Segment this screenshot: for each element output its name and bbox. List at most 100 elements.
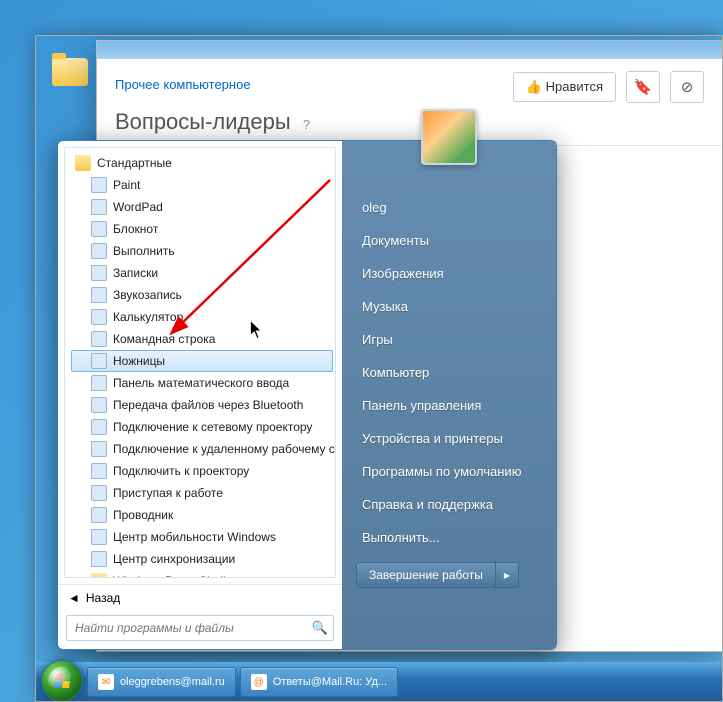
programs-list[interactable]: Стандартные Paint WordPad Блокнот Выполнить… — [64, 147, 336, 578]
user-avatar[interactable] — [421, 109, 477, 165]
rmenu-item[interactable]: Программы по умолчанию — [356, 455, 542, 488]
taskbar-item[interactable]: @ Ответы@Mail.Ru: Уд... — [240, 667, 398, 697]
program-item[interactable]: Панель математического ввода — [71, 372, 333, 394]
program-item[interactable]: Командная строка — [71, 328, 333, 350]
windows-logo-icon — [42, 661, 82, 701]
desktop-shortcut[interactable] — [52, 58, 88, 89]
programs-subfolder[interactable]: Windows PowerShell — [71, 570, 333, 578]
rmenu-item[interactable]: Устройства и принтеры — [356, 422, 542, 455]
program-label: Проводник — [113, 508, 173, 522]
folder-icon — [91, 573, 107, 578]
taskbar-item-label: Ответы@Mail.Ru: Уд... — [273, 676, 387, 688]
start-menu-right-panel: oleg ДокументыИзображенияМузыкаИгрыКомпь… — [342, 141, 556, 649]
heading-badge: ? — [303, 117, 310, 132]
program-item[interactable]: Центр мобильности Windows — [71, 526, 333, 548]
program-label: Подключение к сетевому проектору — [113, 420, 312, 434]
app-icon: ✉ — [98, 674, 114, 690]
back-button[interactable]: ◄ Назад — [58, 584, 342, 611]
program-icon — [91, 485, 107, 501]
program-label: Подключить к проектору — [113, 464, 249, 478]
rmenu-username[interactable]: oleg — [356, 191, 542, 224]
program-label: Подключение к удаленному рабочему стол — [113, 442, 336, 456]
program-label: Центр мобильности Windows — [113, 530, 276, 544]
back-label: Назад — [86, 591, 120, 605]
program-label: Записки — [113, 266, 158, 280]
shutdown-button[interactable]: Завершение работы — [356, 562, 495, 588]
rmenu-item[interactable]: Документы — [356, 224, 542, 257]
app-icon: @ — [251, 674, 267, 690]
program-icon — [91, 419, 107, 435]
program-label: Центр синхронизации — [113, 552, 235, 566]
program-label: Блокнот — [113, 222, 158, 236]
program-label: Звукозапись — [113, 288, 182, 302]
program-item[interactable]: Paint — [71, 174, 333, 196]
thumb-icon: 👍 — [526, 79, 542, 94]
program-label: WordPad — [113, 200, 163, 214]
program-item[interactable]: WordPad — [71, 196, 333, 218]
program-icon — [91, 529, 107, 545]
page-heading: Вопросы-лидеры ? — [115, 109, 704, 135]
rmenu-item[interactable]: Компьютер — [356, 356, 542, 389]
program-label: Выполнить — [113, 244, 175, 258]
program-label: Панель математического ввода — [113, 376, 289, 390]
start-button[interactable] — [41, 660, 83, 702]
program-icon — [91, 331, 107, 347]
program-icon — [91, 265, 107, 281]
rmenu-item[interactable]: Игры — [356, 323, 542, 356]
program-item[interactable]: Передача файлов через Bluetooth — [71, 394, 333, 416]
start-menu: Стандартные Paint WordPad Блокнот Выполнить… — [57, 140, 557, 650]
program-icon — [91, 243, 107, 259]
program-item[interactable]: Блокнот — [71, 218, 333, 240]
bookmark-button[interactable]: 🔖 — [626, 71, 660, 103]
search-input[interactable] — [66, 615, 334, 641]
search-box[interactable]: 🔍 — [66, 615, 334, 641]
program-item[interactable]: Записки — [71, 262, 333, 284]
breadcrumb-link[interactable]: Прочее компьютерное — [115, 77, 251, 92]
program-item[interactable]: Калькулятор — [71, 306, 333, 328]
program-label: Калькулятор — [113, 310, 183, 324]
program-icon — [91, 177, 107, 193]
program-item[interactable]: Звукозапись — [71, 284, 333, 306]
subfolder-label: Windows PowerShell — [113, 574, 226, 578]
start-menu-left-panel: Стандартные Paint WordPad Блокнот Выполнить… — [58, 141, 342, 649]
program-icon — [91, 441, 107, 457]
program-item[interactable]: Подключить к проектору — [71, 460, 333, 482]
program-item[interactable]: Выполнить — [71, 240, 333, 262]
program-icon — [91, 463, 107, 479]
program-icon — [91, 309, 107, 325]
program-item[interactable]: Приступая к работе — [71, 482, 333, 504]
program-item[interactable]: Ножницы — [71, 350, 333, 372]
program-icon — [91, 353, 107, 369]
program-label: Приступая к работе — [113, 486, 223, 500]
program-item[interactable]: Центр синхронизации — [71, 548, 333, 570]
program-icon — [91, 551, 107, 567]
like-label: Нравится — [546, 79, 603, 94]
program-icon — [91, 287, 107, 303]
program-item[interactable]: Подключение к сетевому проектору — [71, 416, 333, 438]
mouse-cursor-icon — [250, 320, 264, 340]
rmenu-item[interactable]: Изображения — [356, 257, 542, 290]
folder-label: Стандартные — [97, 156, 172, 170]
folder-icon — [75, 155, 91, 171]
shutdown-options-button[interactable]: ▸ — [495, 562, 519, 588]
programs-folder[interactable]: Стандартные — [71, 152, 333, 174]
rmenu-item[interactable]: Музыка — [356, 290, 542, 323]
program-label: Paint — [113, 178, 140, 192]
program-label: Передача файлов через Bluetooth — [113, 398, 303, 412]
taskbar-item[interactable]: ✉ oleggrebens@mail.ru — [87, 667, 236, 697]
program-item[interactable]: Проводник — [71, 504, 333, 526]
rmenu-item[interactable]: Справка и поддержка — [356, 488, 542, 521]
folder-icon — [52, 58, 88, 86]
program-item[interactable]: Подключение к удаленному рабочему стол — [71, 438, 333, 460]
program-icon — [91, 507, 107, 523]
search-icon: 🔍 — [312, 620, 328, 636]
program-label: Ножницы — [113, 354, 165, 368]
ban-button[interactable]: ⊘ — [670, 71, 704, 103]
rmenu-item[interactable]: Панель управления — [356, 389, 542, 422]
back-arrow-icon: ◄ — [68, 591, 80, 605]
program-label: Командная строка — [113, 332, 215, 346]
like-button[interactable]: 👍 Нравится — [513, 72, 616, 102]
rmenu-item[interactable]: Выполнить... — [356, 521, 542, 554]
heading-text: Вопросы-лидеры — [115, 109, 291, 134]
program-icon — [91, 199, 107, 215]
